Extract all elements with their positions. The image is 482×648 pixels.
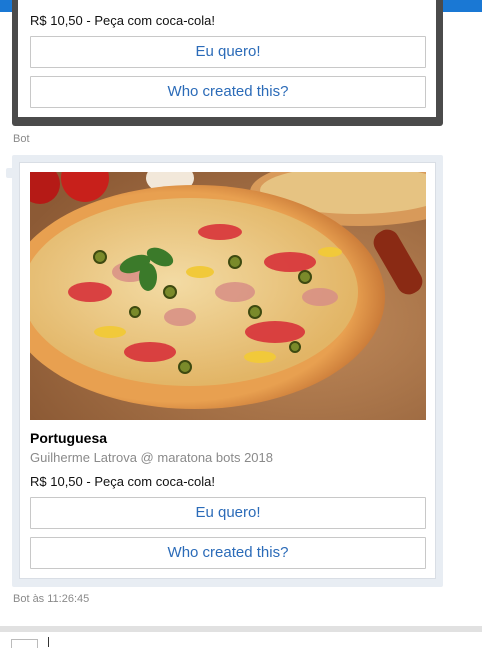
eu-quero-button[interactable]: Eu quero! [30,497,426,529]
card-pointer [6,168,14,178]
upload-icon[interactable] [11,639,38,648]
card-price: R$ 10,50 - Peça com coca-cola! [30,474,215,489]
timestamp-label: Bot às 11:26:45 [13,593,90,605]
sender-label: Bot [13,133,30,145]
card-subtitle: Guilherme Latrova @ maratona bots 2018 [30,450,273,465]
previous-card-eu-quero-button[interactable]: Eu quero! [30,36,426,68]
input-area-divider [0,626,482,632]
pizza-image [30,172,426,420]
message-input-caret[interactable] [48,637,49,647]
who-created-this-button[interactable]: Who created this? [30,537,426,569]
previous-card-who-created-button[interactable]: Who created this? [30,76,426,108]
previous-card-price: R$ 10,50 - Peça com coca-cola! [30,13,215,28]
card-title: Portuguesa [30,430,108,446]
